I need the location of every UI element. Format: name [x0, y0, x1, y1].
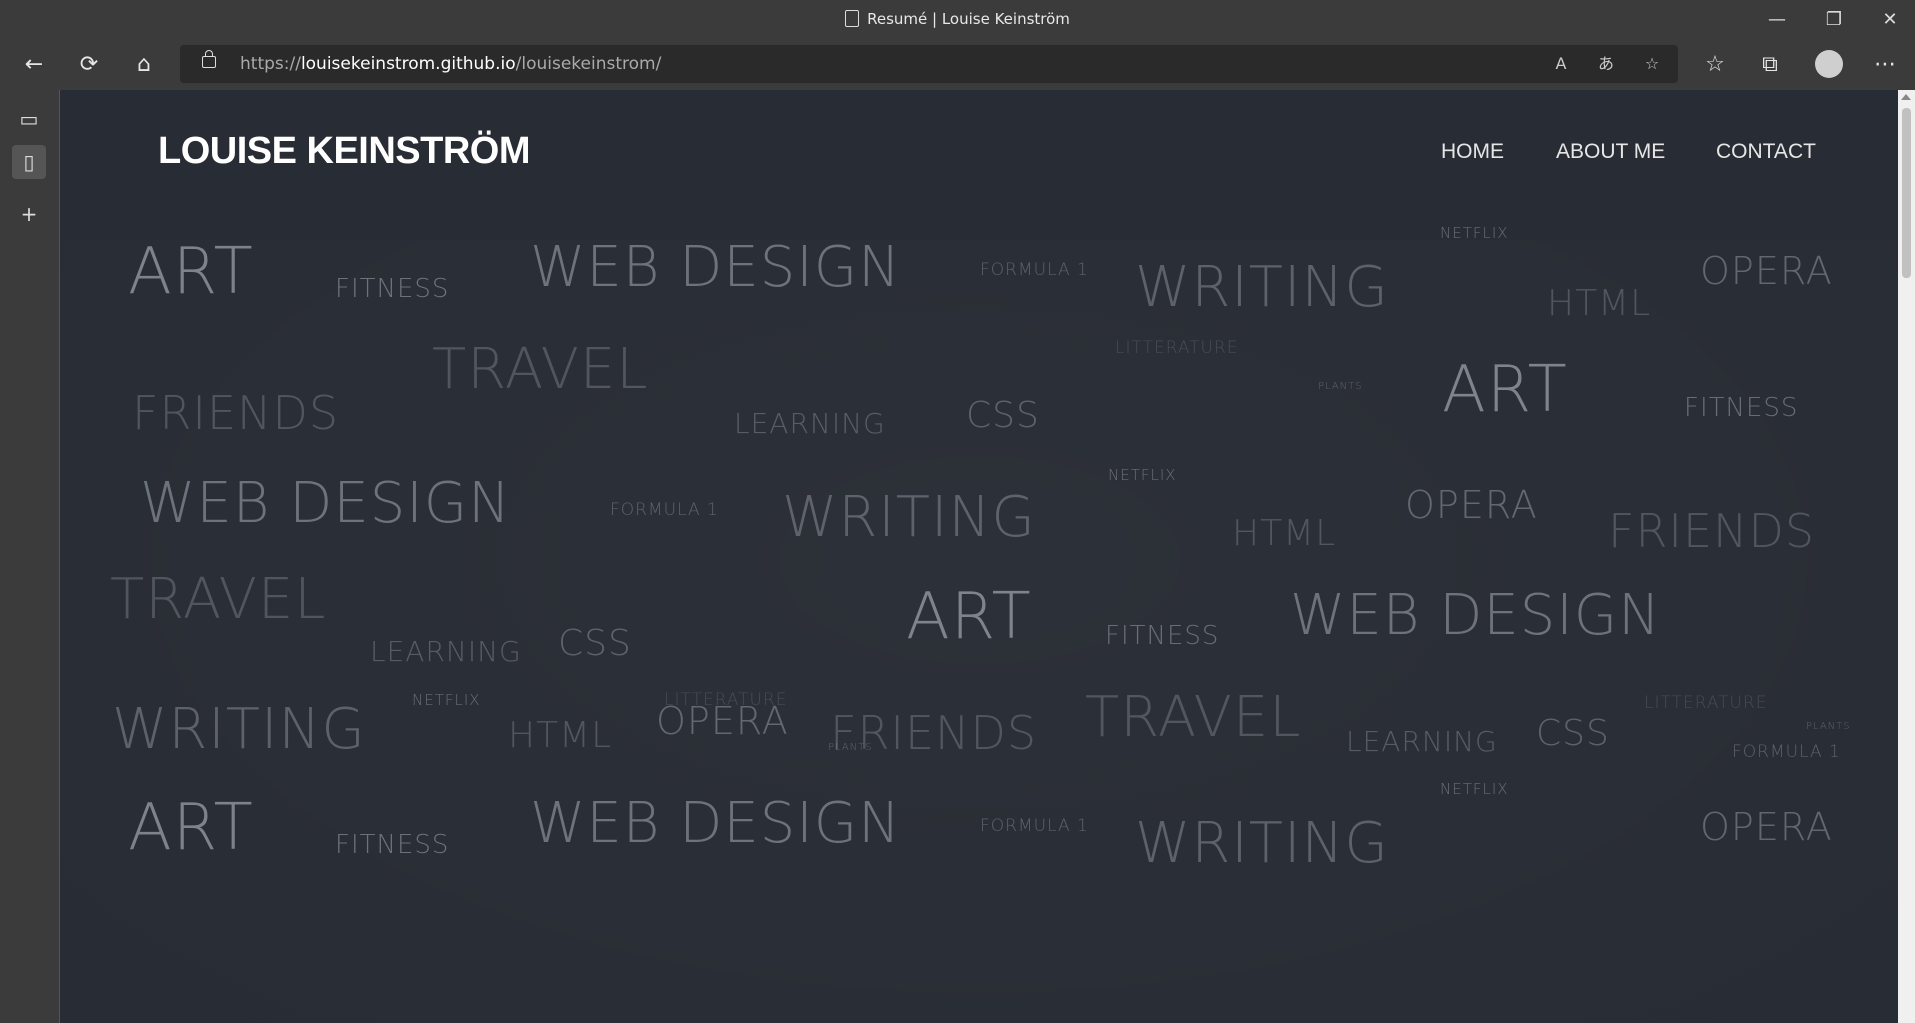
close-button[interactable]: ✕	[1867, 6, 1913, 34]
home-icon[interactable]: ⌂	[127, 48, 161, 82]
interest-word: TRAVEL	[110, 567, 327, 632]
interest-word: ART	[128, 791, 254, 865]
interest-word: HTML	[508, 715, 613, 756]
url-host: louisekeinstrom.github.io	[300, 54, 516, 74]
vertical-tabs-sidebar: ▭ ▯ +	[0, 90, 60, 1023]
back-icon[interactable]: ←	[17, 48, 51, 82]
interest-word: FRIENDS	[830, 706, 1038, 760]
nav-contact[interactable]: CONTACT	[1716, 140, 1816, 164]
window-title: Resumé | Louise Keinström	[0, 10, 1915, 28]
interest-word: FITNESS	[1105, 621, 1220, 651]
scroll-thumb[interactable]	[1902, 108, 1911, 278]
interest-word: FRIENDS	[1608, 504, 1816, 558]
interest-word: FITNESS	[335, 830, 450, 860]
interest-word: WEB DESIGN	[530, 235, 902, 300]
nav-about-me[interactable]: ABOUT ME	[1556, 140, 1665, 164]
favorites-icon[interactable]: ☆	[1698, 48, 1732, 82]
interest-word: LITTERATURE	[1115, 338, 1239, 358]
interest-word: OPERA	[1700, 249, 1833, 293]
interest-word: CSS	[1536, 713, 1610, 754]
browser-title-bar: Resumé | Louise Keinström — ❐ ✕	[0, 0, 1915, 40]
document-icon	[845, 10, 860, 27]
interest-word: WEB DESIGN	[1290, 583, 1662, 648]
interest-word: FORMULA 1	[980, 260, 1089, 280]
interest-word: WRITING	[112, 697, 366, 762]
interest-word: OPERA	[1700, 805, 1833, 849]
interest-word: CSS	[558, 623, 632, 664]
interest-word: TRAVEL	[1085, 685, 1302, 750]
interest-word: NETFLIX	[1108, 466, 1177, 484]
scroll-up-icon[interactable]	[1901, 94, 1911, 100]
interest-word: OPERA	[656, 699, 789, 743]
interest-word: FORMULA 1	[610, 500, 719, 520]
interest-word: CSS	[966, 395, 1040, 436]
page-scrollbar[interactable]	[1898, 90, 1915, 1023]
profile-avatar[interactable]	[1815, 50, 1843, 78]
interest-word: FORMULA 1	[980, 816, 1089, 836]
add-favorite-icon[interactable]: ☆	[1638, 51, 1666, 77]
url-path: /louisekeinstrom/	[515, 54, 662, 74]
url-prefix: https://	[240, 54, 301, 74]
interest-word: NETFLIX	[1440, 780, 1509, 798]
interest-word: WRITING	[1135, 811, 1389, 876]
refresh-icon[interactable]: ⟳	[72, 48, 106, 82]
interest-word: WEB DESIGN	[140, 471, 512, 536]
interest-word: WRITING	[782, 485, 1036, 550]
interest-word: LEARNING	[1346, 725, 1498, 758]
tab-actions-icon[interactable]: ▭	[12, 102, 46, 136]
interest-word: ART	[128, 235, 254, 309]
interest-word: TRAVEL	[432, 337, 649, 402]
interest-word: FORMULA 1	[1732, 742, 1841, 762]
tab-title: Resumé | Louise Keinström	[867, 10, 1070, 28]
site-brand[interactable]: LOUISE KEINSTRÖM	[158, 130, 531, 173]
translate-icon[interactable]: あ	[1592, 51, 1620, 77]
interest-word: FITNESS	[1684, 393, 1799, 423]
collections-icon[interactable]: ⧉	[1753, 48, 1787, 82]
active-tab-page-icon[interactable]: ▯	[12, 145, 46, 179]
interest-word: FITNESS	[335, 274, 450, 304]
interest-word: WRITING	[1135, 255, 1389, 320]
web-page: LOUISE KEINSTRÖM HOME ABOUT ME CONTACT N…	[60, 90, 1898, 1023]
nav-home[interactable]: HOME	[1441, 140, 1504, 164]
interest-word: HTML	[1232, 513, 1337, 554]
minimize-button[interactable]: —	[1754, 6, 1800, 34]
interest-word: LEARNING	[734, 407, 886, 440]
interest-word: ART	[1442, 353, 1568, 427]
browser-toolbar: ← ⟳ ⌂ https://louisekeinstrom.github.io/…	[0, 40, 1915, 90]
interest-word: ART	[906, 580, 1032, 654]
restore-button[interactable]: ❐	[1811, 6, 1857, 34]
new-tab-icon[interactable]: +	[12, 197, 46, 231]
interest-word: LITTERATURE	[1644, 693, 1768, 713]
read-aloud-icon[interactable]: A	[1547, 51, 1575, 77]
interest-word: LEARNING	[370, 635, 522, 668]
more-menu-icon[interactable]: ⋯	[1868, 48, 1902, 82]
interest-word: OPERA	[1405, 483, 1538, 527]
interest-word: PLANTS	[1318, 381, 1363, 392]
interest-word: HTML	[1547, 283, 1652, 324]
lock-icon[interactable]	[202, 50, 216, 68]
url-text[interactable]: https://louisekeinstrom.github.io/louise…	[240, 54, 661, 74]
interest-word: WEB DESIGN	[530, 791, 902, 856]
interest-word: NETFLIX	[1440, 224, 1509, 242]
address-bar[interactable]: https://louisekeinstrom.github.io/louise…	[180, 45, 1678, 83]
interest-word: FRIENDS	[132, 386, 340, 440]
interest-word: PLANTS	[1806, 721, 1851, 732]
interest-word: NETFLIX	[412, 691, 481, 709]
